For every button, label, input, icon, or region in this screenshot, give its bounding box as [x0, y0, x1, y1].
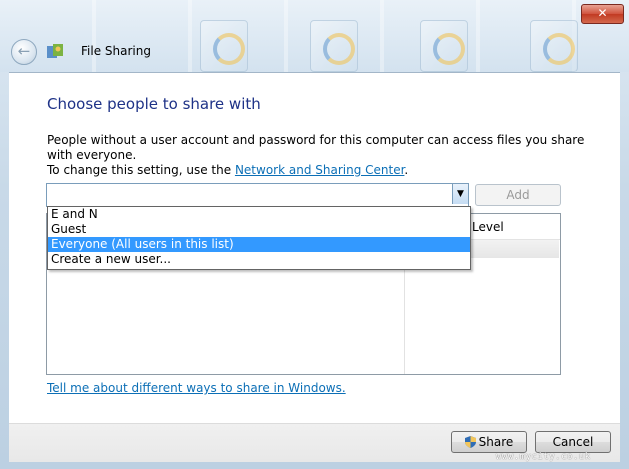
background-document-icon [530, 20, 578, 72]
close-button[interactable]: ✕ [581, 4, 624, 24]
uac-shield-icon [464, 436, 476, 448]
background-document-icon [200, 20, 248, 72]
share-help-link[interactable]: Tell me about different ways to share in… [47, 381, 346, 395]
description: People without a user account and passwo… [47, 133, 607, 178]
back-button[interactable]: ← [11, 39, 37, 65]
chevron-down-icon: ▼ [457, 189, 464, 199]
window-title: File Sharing [81, 44, 151, 58]
share-label: Share [478, 435, 514, 449]
permission-level-header[interactable]: Level [472, 220, 504, 234]
description-line-2: To change this setting, use the Network … [47, 163, 607, 178]
cancel-button[interactable]: Cancel [535, 431, 611, 453]
dropdown-option-guest[interactable]: Guest [48, 222, 470, 237]
combo-dropdown-button[interactable]: ▼ [452, 184, 468, 204]
dropdown-option-e-and-n[interactable]: E and N [48, 207, 470, 222]
share-button[interactable]: Share [451, 431, 527, 453]
description-line-1: People without a user account and passwo… [47, 133, 585, 162]
user-combo-input[interactable] [46, 183, 469, 207]
watermark: www.mycity.co.uk [496, 452, 591, 462]
page-title: Choose people to share with [47, 95, 261, 113]
back-arrow-icon: ← [17, 42, 31, 60]
file-sharing-icon [47, 44, 63, 58]
dropdown-option-create-user[interactable]: Create a new user... [48, 252, 470, 267]
add-button[interactable]: Add [475, 184, 561, 206]
background-document-icon [420, 20, 468, 72]
network-sharing-center-link[interactable]: Network and Sharing Center [235, 163, 404, 177]
user-dropdown-list[interactable]: E and N Guest Everyone (All users in thi… [47, 206, 471, 270]
background-document-icon [310, 20, 358, 72]
dropdown-option-everyone[interactable]: Everyone (All users in this list) [48, 237, 470, 252]
description-prefix: To change this setting, use the [47, 163, 235, 177]
description-suffix: . [404, 163, 409, 177]
